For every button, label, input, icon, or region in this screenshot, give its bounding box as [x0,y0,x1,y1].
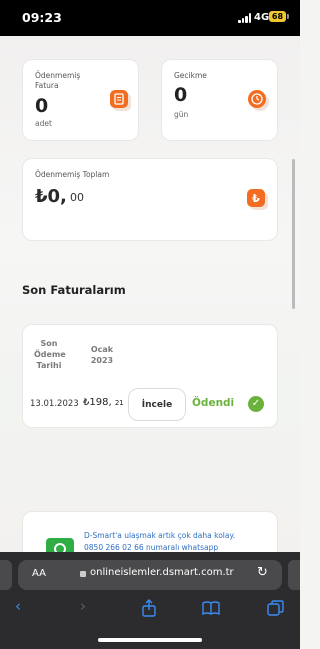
status-bar: 09:23 4G 68 [0,0,300,36]
clock-icon [248,90,266,108]
delay-card[interactable]: Gecikme 0 gün [161,59,278,141]
section-title: Son Faturalarım [22,283,126,297]
bookmarks-icon[interactable] [202,601,220,619]
unpaid-invoices-unit: adet [35,119,52,128]
header-due-line-3: Tarihi [36,361,62,370]
delay-label: Gecikme [174,71,207,80]
invoice-amount: ₺198, 21 [83,397,124,408]
delay-count: 0 [174,84,188,106]
scrollbar[interactable] [292,159,295,309]
whatsapp-icon [46,538,74,552]
delay-unit: gün [174,110,189,119]
header-due-line-1: Son [40,339,58,348]
tabs-icon[interactable] [267,600,284,621]
unpaid-total-main: 0, [47,186,67,207]
battery-tip [287,14,289,19]
svg-text:₺: ₺ [252,192,260,205]
header-due-date: Son Ödeme Tarihi [34,338,66,371]
lira-icon: ₺ [247,189,265,207]
previous-tab-stub[interactable] [0,560,12,590]
back-icon[interactable]: ‹ [15,597,21,615]
page-content[interactable]: Ödenmemiş Fatura 0 adet Gecikme 0 gün Öd… [0,36,300,552]
unpaid-invoices-card[interactable]: Ödenmemiş Fatura 0 adet [22,59,139,141]
home-indicator[interactable] [98,638,202,642]
unpaid-invoices-label-2: Fatura [35,81,59,90]
next-tab-stub[interactable] [288,560,300,590]
unpaid-invoices-label-1: Ödenmemiş [35,71,81,80]
lock-icon [80,571,86,577]
battery-icon: 68 [269,11,286,22]
text-size-button[interactable]: AA [32,568,46,579]
signal-icon [238,13,252,23]
status-time: 09:23 [22,10,62,25]
invoice-due-date: 13.01.2023 [30,399,79,409]
url-text[interactable]: onlineislemler.dsmart.com.tr [90,567,234,578]
share-icon[interactable] [141,599,157,621]
forward-icon[interactable]: › [80,597,86,615]
unpaid-total-amount: ₺0, [35,186,67,207]
currency-symbol: ₺ [35,186,48,207]
invoice-amount-decimals: 21 [114,399,124,407]
invoice-amount-main: ₺198, [83,397,112,408]
unpaid-invoices-count: 0 [35,95,49,117]
network-type: 4G [254,12,270,23]
reload-icon[interactable]: ↻ [257,565,268,580]
unpaid-total-label: Ödenmemiş Toplam [35,170,110,179]
header-due-line-2: Ödeme [34,350,66,359]
check-icon: ✓ [248,396,264,412]
invoice-status: Ödendi [192,397,235,409]
header-period: Ocak 2023 [86,344,118,366]
header-period-month: Ocak [90,345,114,354]
unpaid-total-decimals: 00 [70,191,84,204]
invoice-icon [110,90,128,108]
promo-text[interactable]: D-Smart'a ulaşmak artık çok daha kolay. … [84,530,235,552]
promo-line-1: D-Smart'a ulaşmak artık çok daha kolay. [84,531,236,540]
header-period-year: 2023 [90,356,114,365]
view-invoice-button[interactable]: İncele [128,388,186,421]
promo-line-2: 0850 266 02 66 numaralı whatsapp [84,543,219,552]
